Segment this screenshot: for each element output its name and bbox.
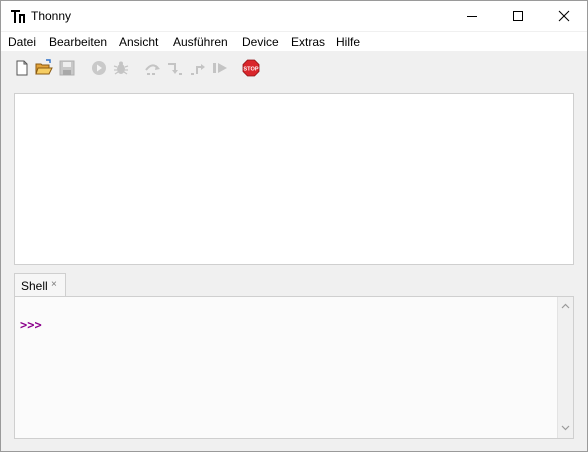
menu-extras[interactable]: Extras	[291, 35, 325, 49]
tab-shell[interactable]: Shell ×	[14, 273, 66, 296]
resume-icon	[213, 63, 227, 73]
code-editor[interactable]	[14, 93, 574, 265]
menu-ausfuehren[interactable]: Ausführen	[173, 35, 228, 49]
close-button[interactable]	[541, 1, 587, 31]
menu-device[interactable]: Device	[242, 35, 279, 49]
minimize-button[interactable]	[449, 1, 495, 31]
shell-console[interactable]: >>>	[14, 296, 574, 439]
step-out-button[interactable]	[189, 59, 207, 77]
menu-bearbeiten[interactable]: Bearbeiten	[49, 35, 107, 49]
minimize-icon	[467, 16, 477, 17]
menu-ansicht[interactable]: Ansicht	[119, 35, 158, 49]
window-title: Thonny	[31, 9, 72, 23]
run-icon	[92, 61, 106, 75]
menu-datei[interactable]: Datei	[8, 35, 36, 49]
run-button[interactable]	[90, 59, 108, 77]
save-button[interactable]	[58, 59, 76, 77]
stop-icon: STOP	[242, 59, 260, 77]
close-tab-icon[interactable]: ×	[51, 279, 57, 290]
shell-scrollbar[interactable]	[557, 297, 573, 438]
open-folder-icon	[35, 59, 53, 75]
step-over-button[interactable]	[144, 59, 162, 77]
stop-label: STOP	[243, 66, 258, 72]
toolbar: STOP	[1, 53, 587, 83]
debug-icon	[113, 61, 129, 75]
thonny-window: Thonny Datei Bearbeiten Ansicht Ausführe…	[0, 0, 588, 452]
new-file-button[interactable]	[13, 59, 31, 77]
step-out-icon	[191, 64, 205, 75]
save-icon	[59, 60, 75, 76]
resume-button[interactable]	[211, 59, 229, 77]
scroll-up-icon[interactable]	[561, 303, 570, 309]
new-file-icon	[16, 60, 28, 76]
menu-bar: Datei Bearbeiten Ansicht Ausführen Devic…	[1, 32, 587, 51]
shell-tab-label: Shell	[21, 279, 48, 293]
debug-button[interactable]	[112, 59, 130, 77]
step-into-button[interactable]	[166, 59, 184, 77]
stop-button[interactable]: STOP	[242, 59, 260, 77]
thonny-logo-icon	[10, 9, 26, 25]
close-icon	[558, 10, 570, 22]
maximize-button[interactable]	[495, 1, 541, 31]
maximize-icon	[513, 11, 523, 21]
step-into-icon	[168, 63, 182, 75]
shell-prompt: >>>	[20, 318, 42, 332]
title-bar[interactable]: Thonny	[1, 1, 587, 31]
scroll-down-icon[interactable]	[561, 425, 570, 431]
menu-hilfe[interactable]: Hilfe	[336, 35, 360, 49]
step-over-icon	[145, 64, 160, 75]
open-file-button[interactable]	[35, 59, 53, 77]
